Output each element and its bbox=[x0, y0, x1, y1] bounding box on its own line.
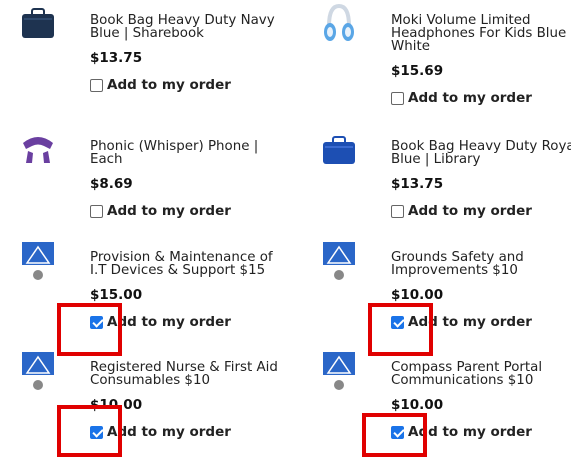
product-name: Registered Nurse & First Aid Consumables… bbox=[90, 360, 278, 388]
add-to-order-checkbox[interactable]: Add to my order bbox=[90, 76, 290, 94]
add-to-order-label[interactable]: Add to my order bbox=[107, 203, 231, 219]
checkbox-box[interactable] bbox=[90, 204, 103, 218]
product-price: $10.00 bbox=[391, 287, 444, 303]
add-to-order-label[interactable]: Add to my order bbox=[107, 424, 231, 440]
product-card: Provision & Maintenance of I.T Devices &… bbox=[10, 237, 290, 347]
highlight-box bbox=[368, 303, 433, 356]
product-name: Phonic (Whisper) Phone | Each bbox=[90, 139, 259, 167]
add-to-order-label[interactable]: Add to my order bbox=[107, 77, 231, 93]
product-name: Provision & Maintenance of I.T Devices &… bbox=[90, 250, 273, 278]
highlight-box bbox=[57, 405, 122, 457]
add-to-order-label[interactable]: Add to my order bbox=[408, 203, 532, 219]
product-name: Book Bag Heavy Duty Navy Blue | Shareboo… bbox=[90, 13, 275, 41]
highlight-box bbox=[57, 303, 122, 356]
highlight-box bbox=[362, 413, 427, 457]
product-card: Grounds Safety and Improvements $10 $10.… bbox=[311, 237, 571, 347]
product-card: Moki Volume Limited Headphones For Kids … bbox=[311, 0, 571, 110]
add-to-order-checkbox[interactable]: Add to my order bbox=[90, 202, 290, 220]
school-logo-icon bbox=[311, 237, 367, 285]
product-card: Compass Parent Portal Communications $10… bbox=[311, 347, 571, 457]
royal-blue-book-bag-icon bbox=[311, 126, 367, 174]
headphones-icon bbox=[311, 0, 367, 48]
whisper-phone-icon bbox=[10, 126, 66, 174]
navy-book-bag-icon bbox=[10, 0, 66, 48]
product-price: $15.69 bbox=[391, 63, 444, 79]
product-price: $8.69 bbox=[90, 176, 133, 192]
school-logo-icon bbox=[10, 237, 66, 285]
product-name: Moki Volume Limited Headphones For Kids … bbox=[391, 13, 571, 54]
product-price: $13.75 bbox=[90, 50, 143, 66]
product-card: Book Bag Heavy Duty Royal Blue | Library… bbox=[311, 126, 571, 236]
checkbox-box[interactable] bbox=[391, 91, 404, 105]
product-card: Book Bag Heavy Duty Navy Blue | Shareboo… bbox=[10, 0, 290, 110]
product-card: Phonic (Whisper) Phone | Each $8.69 Add … bbox=[10, 126, 290, 236]
add-to-order-checkbox[interactable]: Add to my order bbox=[391, 202, 571, 220]
product-name: Compass Parent Portal Communications $10 bbox=[391, 360, 543, 388]
product-name: Grounds Safety and Improvements $10 bbox=[391, 250, 524, 278]
product-price: $10.00 bbox=[391, 397, 444, 413]
product-price: $15.00 bbox=[90, 287, 143, 303]
product-name: Book Bag Heavy Duty Royal Blue | Library bbox=[391, 139, 571, 167]
product-price: $13.75 bbox=[391, 176, 444, 192]
add-to-order-checkbox[interactable]: Add to my order bbox=[391, 89, 571, 107]
checkbox-box[interactable] bbox=[391, 204, 404, 218]
product-card: Registered Nurse & First Aid Consumables… bbox=[10, 347, 290, 457]
add-to-order-label[interactable]: Add to my order bbox=[408, 90, 532, 106]
add-to-order-label[interactable]: Add to my order bbox=[107, 314, 231, 330]
school-logo-icon bbox=[311, 347, 367, 395]
checkbox-box[interactable] bbox=[90, 78, 103, 92]
